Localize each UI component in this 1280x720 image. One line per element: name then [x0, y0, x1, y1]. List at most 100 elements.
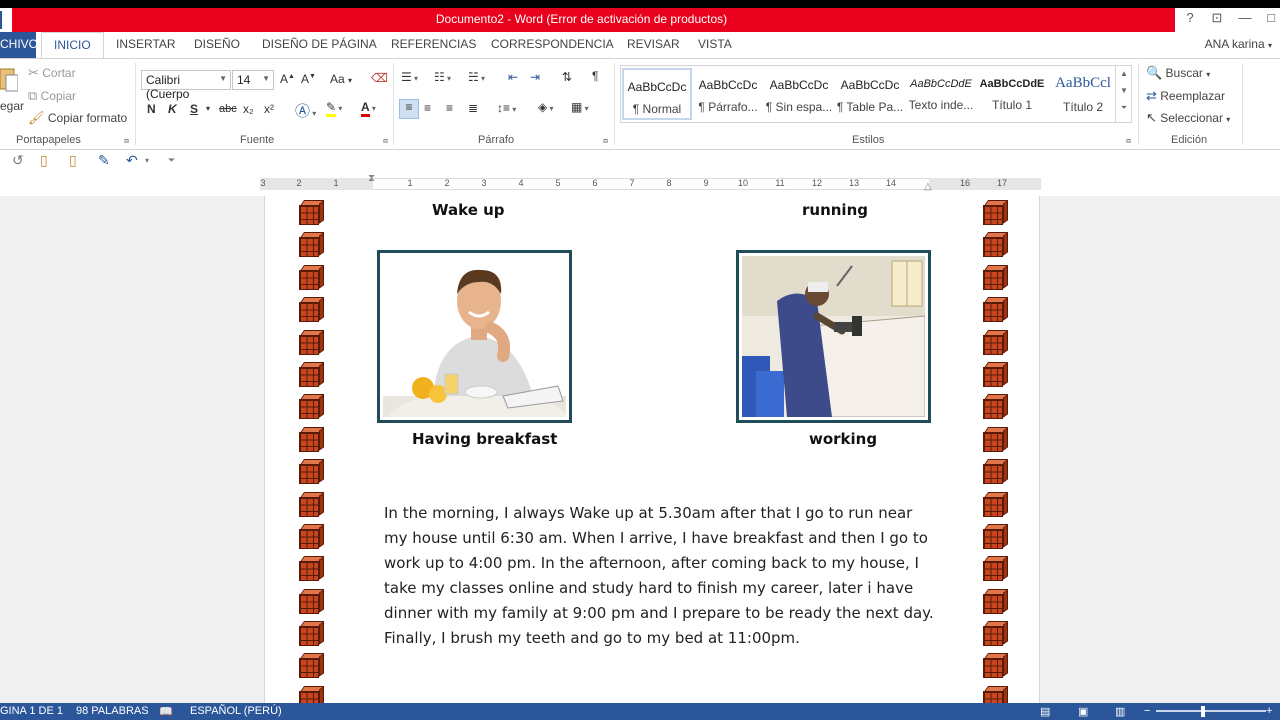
caption-having-breakfast: Having breakfast [412, 430, 558, 448]
cut-button[interactable]: ✂ Cortar [28, 65, 76, 81]
bold-button[interactable]: N [147, 102, 156, 116]
ribbon-tabs: CHIVO INICIO INSERTAR DISEÑO DISEÑO DE P… [0, 32, 1280, 59]
font-size-combo[interactable]: 14 ▼ [232, 70, 274, 90]
copy-icon: ⧉ [28, 88, 38, 103]
format-painter-button[interactable]: 🖌 Copiar formato [28, 110, 127, 126]
font-name-combo[interactable]: Calibri (Cuerpo ▼ [141, 70, 231, 101]
chevron-up-icon[interactable]: ▲ [1116, 69, 1132, 78]
group-separator [1242, 63, 1243, 145]
web-layout-icon[interactable]: ▥ [1115, 705, 1125, 718]
clear-formatting-icon[interactable]: ⌫ [371, 71, 388, 85]
borders-icon[interactable]: ▦ ▾ [571, 100, 589, 114]
right-indent-marker[interactable]: △ [924, 181, 932, 192]
multilevel-list-icon[interactable]: ☵ ▾ [468, 70, 485, 84]
replace-button[interactable]: ⇄ Reemplazar [1146, 88, 1225, 104]
brick-icon [299, 653, 325, 679]
ruler-number: 12 [811, 178, 822, 188]
superscript-button[interactable]: x² [264, 102, 274, 116]
highlight-icon[interactable]: ✎ ▾ [326, 100, 342, 117]
grow-font-icon[interactable]: A▲ [280, 72, 295, 86]
maximize-icon[interactable]: □ [1262, 10, 1280, 25]
justify-icon[interactable]: ≣ [468, 101, 478, 115]
document-copy-icon[interactable]: ▯ [69, 152, 77, 169]
word-count[interactable]: 98 PALABRAS [76, 705, 149, 717]
align-left-icon[interactable]: ≡ [399, 99, 419, 119]
language[interactable]: ESPAÑOL (PERÚ) [190, 705, 282, 717]
align-right-icon[interactable]: ≡ [446, 101, 453, 115]
horizontal-ruler[interactable]: 3 2 1 1 2 3 4 5 6 7 8 9 10 11 12 13 14 1… [0, 172, 1280, 196]
style-normal[interactable]: AaBbCcDc ¶ Normal [622, 68, 692, 120]
undo-icon[interactable]: ↶ [126, 152, 138, 169]
underline-dropdown-icon[interactable]: ▾ [206, 104, 210, 113]
edit-document-icon[interactable]: ✎ [98, 152, 110, 169]
customize-toolbar-icon[interactable]: ⏷ [168, 155, 175, 166]
photo-having-breakfast[interactable] [377, 250, 572, 423]
help-icon[interactable]: ? [1181, 10, 1199, 25]
numbering-icon[interactable]: ☷ ▾ [434, 70, 451, 84]
tab-inicio[interactable]: INICIO [41, 32, 104, 59]
ribbon-display-options-icon[interactable]: ⊡ [1208, 10, 1226, 26]
change-case-icon[interactable]: Aa ▾ [330, 72, 352, 86]
paste-button[interactable] [0, 65, 19, 96]
show-formatting-marks-icon[interactable]: ¶ [592, 69, 598, 83]
paste-label[interactable]: egar [0, 99, 24, 113]
tab-correspondencia[interactable]: CORRESPONDENCIA [491, 37, 614, 51]
subscript-button[interactable]: x₂ [243, 102, 254, 116]
proofing-icon[interactable]: 📖 [159, 705, 173, 718]
align-center-icon[interactable]: ≡ [424, 101, 431, 115]
underline-button[interactable]: S [190, 102, 198, 116]
print-layout-icon[interactable]: ▣ [1078, 705, 1088, 718]
style-titulo-2[interactable]: AaBbCcl Título 2 [1048, 68, 1118, 120]
chevron-down-icon[interactable]: ▼ [1116, 86, 1132, 95]
brick-icon [299, 426, 325, 452]
left-indent-marker[interactable]: ⧗ [368, 173, 375, 184]
shrink-font-icon[interactable]: A▼ [301, 72, 316, 86]
tab-referencias[interactable]: REFERENCIAS [391, 37, 476, 51]
style-texto-independiente[interactable]: AaBbCcDdE Texto inde... [906, 68, 976, 120]
decrease-indent-icon[interactable]: ⇤ [508, 70, 518, 84]
text-effects-icon[interactable]: Ⓐ ▾ [295, 100, 316, 121]
tab-revisar[interactable]: REVISAR [627, 37, 680, 51]
style-titulo-1[interactable]: AaBbCcDdE Título 1 [977, 68, 1047, 120]
tab-insertar[interactable]: INSERTAR [116, 37, 176, 51]
undo-dropdown-icon[interactable]: ▾ [145, 156, 149, 165]
increase-indent-icon[interactable]: ⇥ [530, 70, 540, 84]
styles-launcher-icon[interactable]: ⧈ [1126, 136, 1131, 146]
sort-icon[interactable]: ⇅ [562, 70, 572, 84]
document-page[interactable]: Wake up running Having breakfast working… [264, 196, 1040, 711]
font-color-icon[interactable]: A ▾ [361, 100, 376, 117]
photo-working[interactable] [736, 250, 931, 423]
strikethrough-button[interactable]: abc [219, 103, 237, 115]
body-paragraph[interactable]: In the morning, I always Wake up at 5.30… [384, 501, 944, 651]
zoom-slider[interactable] [1156, 710, 1266, 712]
document-icon[interactable]: ▯ [40, 152, 48, 169]
italic-button[interactable]: K [168, 102, 177, 116]
read-mode-icon[interactable]: ▤ [1040, 705, 1050, 718]
tab-diseno[interactable]: DISEÑO [194, 37, 240, 51]
tab-vista[interactable]: VISTA [698, 37, 732, 51]
copy-button[interactable]: ⧉ Copiar [28, 88, 76, 104]
find-button[interactable]: 🔍 Buscar ▾ [1146, 65, 1210, 81]
minimize-icon[interactable]: — [1236, 10, 1254, 25]
zoom-in-icon[interactable]: + [1266, 705, 1272, 717]
tab-file[interactable]: CHIVO [0, 32, 38, 58]
user-account[interactable]: ANA karina ▾ [1205, 37, 1272, 51]
tab-diseno-de-pagina[interactable]: DISEÑO DE PÁGINA [262, 37, 377, 51]
bullets-icon[interactable]: ☰ ▾ [401, 70, 418, 84]
shading-icon[interactable]: ◈ ▾ [538, 100, 553, 114]
zoom-slider-thumb[interactable] [1201, 706, 1205, 717]
zoom-out-icon[interactable]: − [1144, 705, 1150, 717]
clipboard-launcher-icon[interactable]: ⧈ [124, 136, 129, 146]
font-launcher-icon[interactable]: ⧈ [383, 136, 388, 146]
more-styles-icon[interactable]: ⏷ [1116, 103, 1132, 113]
refresh-icon[interactable]: ↺ [12, 152, 24, 169]
style-sin-espaciado[interactable]: AaBbCcDc ¶ Sin espa... [764, 68, 834, 120]
paragraph-launcher-icon[interactable]: ⧈ [603, 136, 608, 146]
styles-scroll[interactable]: ▲ ▼ ⏷ [1115, 65, 1132, 123]
select-button[interactable]: ↖ Seleccionar ▾ [1146, 110, 1230, 126]
line-spacing-icon[interactable]: ↕≡ ▾ [497, 101, 516, 115]
style-table-paragraph[interactable]: AaBbCcDc ¶ Table Pa... [835, 68, 905, 120]
style-parrafo[interactable]: AaBbCcDc ¶ Párrafo... [693, 68, 763, 120]
page-count[interactable]: GINA 1 DE 1 [0, 705, 63, 717]
paragraph-line: Finally, I brush my teeth and go to my b… [384, 629, 800, 647]
